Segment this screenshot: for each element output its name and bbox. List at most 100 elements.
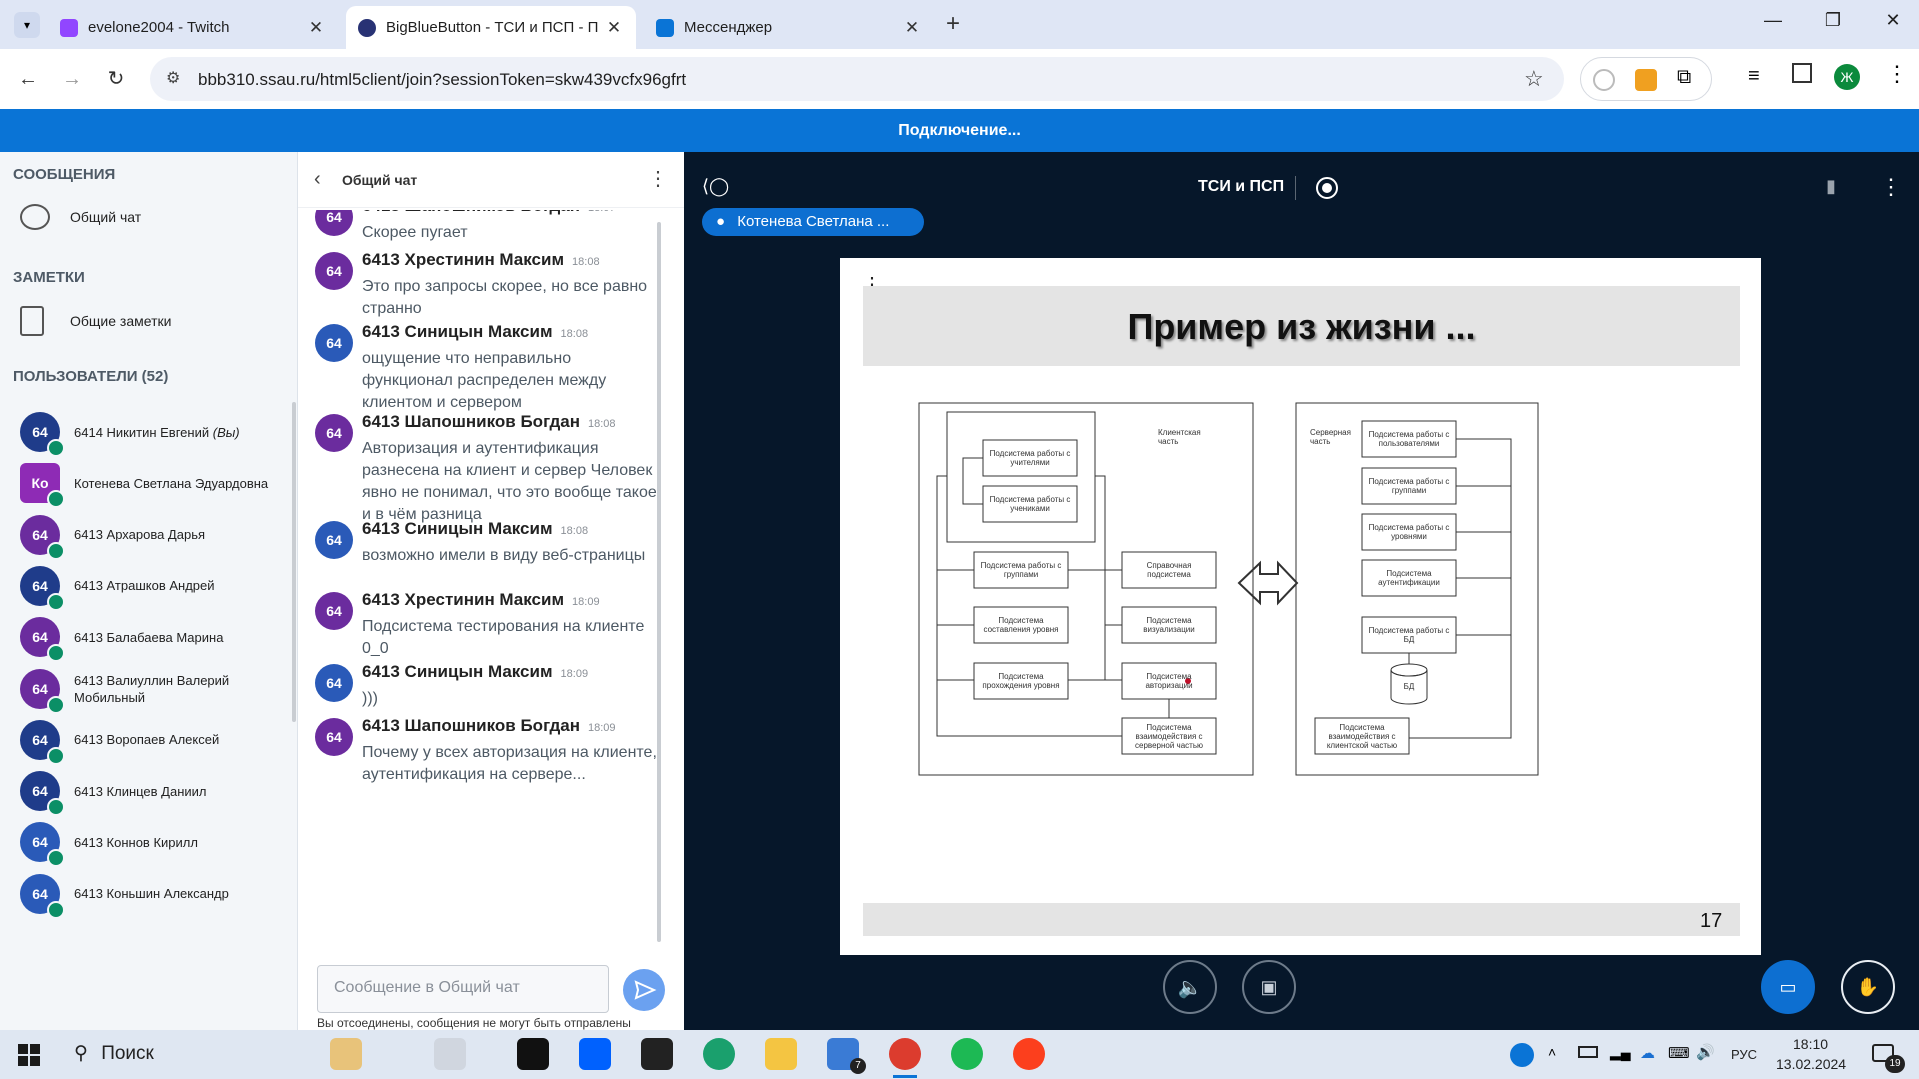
tab-messenger[interactable]: Мессенджер ✕ [644, 6, 934, 49]
camera-button[interactable]: ▣ [1242, 960, 1296, 1014]
windows-start-icon[interactable] [18, 1044, 40, 1066]
presenter-pill[interactable]: ● Котенева Светлана ... [702, 208, 924, 236]
site-info-icon[interactable]: ⚙ [166, 68, 180, 88]
diagram-box-label: Подсистема работы с группами [980, 561, 1062, 579]
extensions-group: ⧉ [1580, 57, 1712, 101]
user-list-item[interactable]: Ко Котенева Светлана Эдуардовна [20, 458, 290, 509]
tray-overflow-icon[interactable]: ˄ [1548, 1044, 1556, 1060]
url-text[interactable]: bbb310.ssau.ru/html5client/join?sessionT… [198, 70, 686, 90]
keyboard-icon[interactable]: ⌨ [1668, 1044, 1690, 1062]
language-indicator[interactable]: РУС [1731, 1047, 1757, 1062]
headphones-icon [47, 849, 65, 868]
yandex-browser-icon[interactable] [1013, 1038, 1045, 1070]
headphones-icon [47, 900, 65, 919]
mute-audio-button[interactable]: 🔈 [1163, 960, 1217, 1014]
avatar: 64 [20, 617, 65, 663]
chrome-icon[interactable] [889, 1038, 921, 1070]
tab-search-button[interactable]: ▾ [14, 12, 40, 38]
user-list-item[interactable]: 64 6413 Архарова Дарья [20, 510, 290, 560]
reload-icon[interactable]: ↻ [100, 63, 132, 95]
network-icon[interactable]: ▂▄ [1610, 1044, 1631, 1061]
amazon-icon[interactable] [517, 1038, 549, 1070]
windows-taskbar: ⚲ Поиск 7 ˄ ▂▄ ☁ ⌨ 🔊 РУС 18:10 13.02.202… [0, 1030, 1919, 1079]
connection-status-icon[interactable]: ▮ [1826, 176, 1836, 197]
clock-time[interactable]: 18:10 [1793, 1036, 1828, 1052]
help-icon[interactable] [1510, 1043, 1534, 1067]
meeting-options-icon[interactable]: ⋮ [1880, 174, 1902, 200]
message-author: 6413 Хрестинин Максим 18:08 [362, 250, 600, 269]
battery-icon[interactable] [1578, 1046, 1598, 1058]
shared-notes-item[interactable]: Общие заметки [20, 306, 171, 336]
tab-bigbluebutton[interactable]: BigBlueButton - ТСИ и ПСП - П ✕ [346, 6, 636, 49]
message-author: 6413 Синицын Максим 18:09 [362, 662, 589, 681]
messenger-icon [656, 18, 674, 37]
user-list-item[interactable]: 64 6413 Воропаев Алексей [20, 715, 290, 765]
diagram-box-label: Подсистема визуализации [1143, 616, 1195, 634]
raise-hand-button[interactable]: ✋ [1841, 960, 1895, 1014]
public-chat-item[interactable]: Общий чат [20, 204, 141, 230]
extension-icon[interactable] [1635, 69, 1657, 91]
diagram-box-label: Подсистема работы с пользователями [1368, 430, 1450, 448]
spotify-icon[interactable] [951, 1038, 983, 1070]
widgets-icon[interactable] [330, 1038, 362, 1070]
active-app-indicator [893, 1075, 917, 1078]
diagram-box-label: Подсистема работы с уровнями [1368, 523, 1450, 541]
chat-scrollbar[interactable] [657, 222, 661, 942]
search-icon: ⚲ [74, 1043, 88, 1064]
presentation-button[interactable]: ▭ [1761, 960, 1815, 1014]
diagram-box-label: Подсистема взаимодействия с клиентской ч… [1326, 722, 1398, 750]
message-time: 18:08 [560, 328, 589, 340]
back-icon[interactable]: ← [12, 63, 44, 95]
close-tab-icon[interactable]: ✕ [902, 18, 922, 38]
close-tab-icon[interactable]: ✕ [306, 18, 326, 38]
restore-button[interactable]: ❐ [1813, 10, 1853, 40]
user-list-item[interactable]: 64 6413 Валиуллин Валерий Мобильный [20, 664, 290, 714]
browser-menu-icon[interactable]: ⋮ [1886, 61, 1908, 87]
close-window-button[interactable]: ✕ [1873, 10, 1913, 40]
cloud-icon[interactable]: ☁ [1640, 1044, 1655, 1062]
chat-message-input[interactable]: Сообщение в Общий чат [317, 965, 609, 1013]
diagram-box-label: Подсистема аутентификации [1378, 569, 1440, 587]
side-panel-icon[interactable] [1792, 63, 1812, 83]
extension-icon[interactable] [1593, 69, 1615, 91]
message-text: возможно имели в виду веб-страницы [362, 547, 646, 564]
user-name: 6413 Балабаева Марина [74, 629, 224, 645]
message-author: 6413 Синицын Максим 18:08 [362, 322, 589, 341]
close-tab-icon[interactable]: ✕ [604, 18, 624, 38]
user-list-item[interactable]: 64 6413 Балабаева Марина [20, 612, 290, 663]
puzzle-icon[interactable]: ⧉ [1677, 66, 1691, 89]
taskbar-search[interactable]: ⚲ Поиск [74, 1042, 154, 1065]
user-list-item[interactable]: 64 6413 Коннов Кирилл [20, 817, 290, 868]
user-list-item[interactable]: 64 6413 Коньшин Александр [20, 869, 290, 919]
bookmark-star-icon[interactable]: ☆ [1524, 66, 1544, 92]
clock-date[interactable]: 13.02.2024 [1776, 1056, 1846, 1072]
edge-icon[interactable] [703, 1038, 735, 1070]
user-list-item[interactable]: 64 6414 Никитин Евгений (Вы) [20, 407, 290, 457]
address-bar[interactable]: ⚙ bbb310.ssau.ru/html5client/join?sessio… [150, 57, 1564, 101]
user-list-scrollbar[interactable] [292, 402, 296, 722]
user-list-item[interactable]: 64 6413 Клинцев Даниил [20, 766, 290, 817]
file-explorer-icon[interactable] [765, 1038, 797, 1070]
mail-badge: 7 [850, 1058, 866, 1074]
user-list-toggle-icon[interactable]: ⟨◯ [702, 176, 729, 202]
recording-icon[interactable] [1316, 177, 1338, 199]
forward-icon[interactable]: → [56, 63, 88, 95]
minimize-button[interactable]: — [1753, 10, 1793, 40]
dropbox-icon[interactable] [579, 1038, 611, 1070]
avatar: 64 [315, 414, 353, 452]
profile-avatar[interactable]: Ж [1834, 64, 1860, 90]
user-name: 6413 Атрашков Андрей [74, 578, 215, 594]
app-icon[interactable] [641, 1038, 673, 1070]
notes-icon [20, 306, 44, 336]
twitch-icon [60, 18, 78, 37]
media-controls-icon[interactable]: ≡ [1748, 65, 1760, 88]
user-list-item[interactable]: 64 6413 Атрашков Андрей [20, 561, 290, 611]
send-button[interactable] [623, 969, 665, 1011]
chevron-left-icon[interactable]: ‹ [314, 168, 321, 191]
user-name: 6414 Никитин Евгений (Вы) [74, 424, 240, 440]
chat-options-icon[interactable]: ⋮ [648, 166, 668, 191]
volume-icon[interactable]: 🔊 [1696, 1043, 1715, 1061]
tab-twitch[interactable]: evelone2004 - Twitch ✕ [48, 6, 338, 49]
new-tab-button[interactable]: + [946, 10, 960, 38]
task-view-icon[interactable] [434, 1038, 466, 1070]
